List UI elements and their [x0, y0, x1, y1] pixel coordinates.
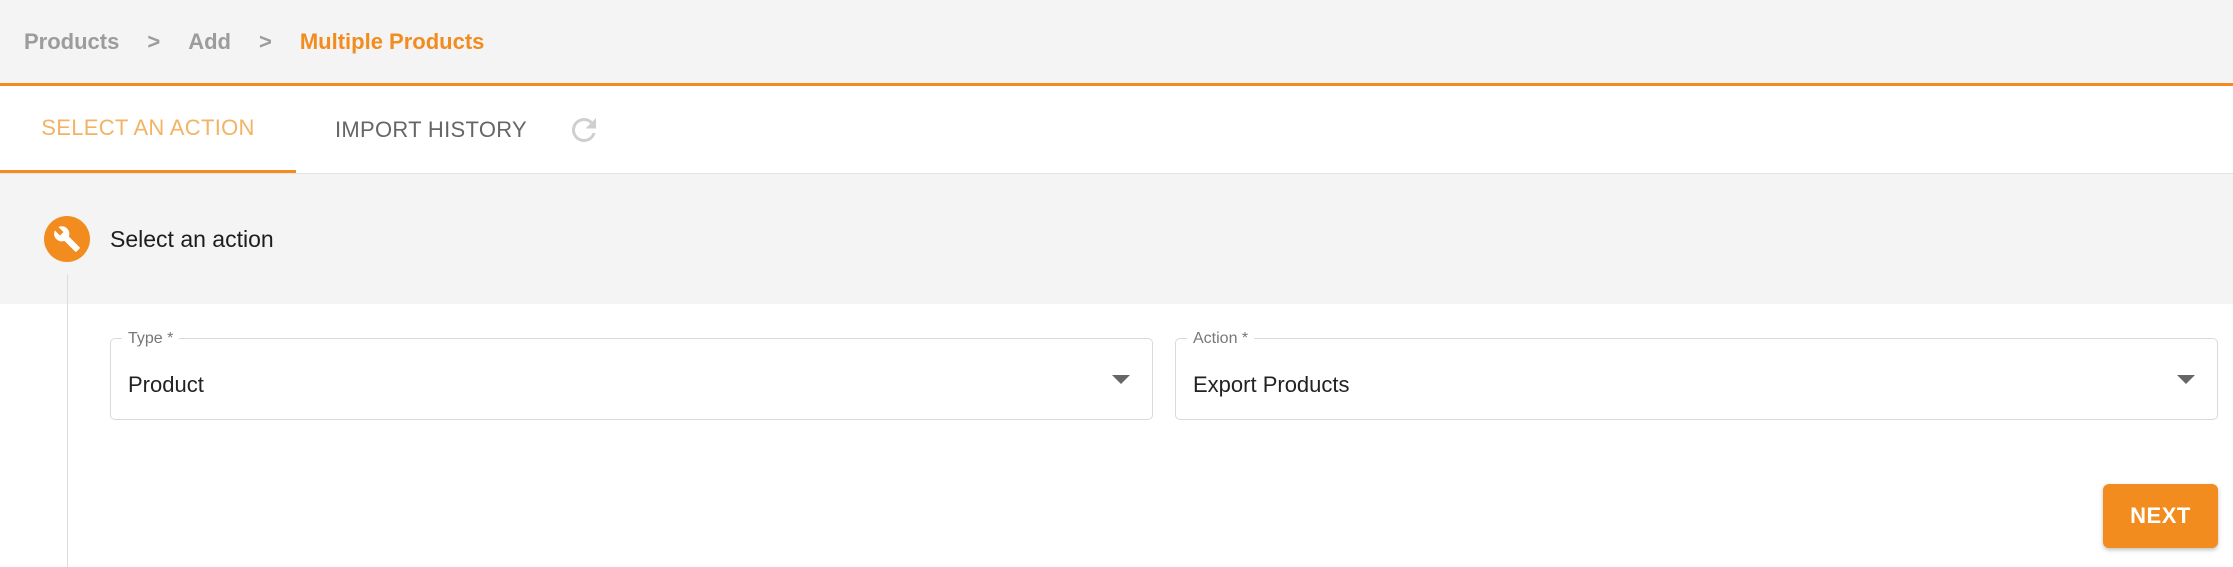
tab-import-history[interactable]: IMPORT HISTORY — [296, 86, 566, 173]
type-select[interactable]: Type * Product — [110, 330, 1153, 420]
wrench-icon — [54, 226, 80, 252]
next-button[interactable]: NEXT — [2103, 484, 2218, 548]
caret-down-icon — [1112, 375, 1130, 384]
breadcrumb-separator: > — [147, 28, 161, 54]
step-indicator — [44, 216, 90, 262]
type-value: Product — [128, 372, 204, 397]
breadcrumb-multiple-products: Multiple Products — [299, 28, 485, 54]
refresh-icon[interactable] — [566, 86, 602, 173]
breadcrumb-products[interactable]: Products — [24, 29, 119, 55]
breadcrumb-add[interactable]: Add — [188, 29, 231, 55]
step-connector-line — [67, 274, 68, 567]
tab-bar: SELECT AN ACTION IMPORT HISTORY — [0, 86, 2233, 174]
action-select[interactable]: Action * Export Products — [1175, 330, 2218, 420]
step-header: Select an action — [0, 174, 2233, 304]
tab-select-an-action[interactable]: SELECT AN ACTION — [0, 86, 296, 173]
type-label: Type * — [122, 330, 180, 348]
breadcrumb-separator: > — [258, 28, 272, 54]
breadcrumb: Products > Add > Multiple Products — [0, 0, 2233, 86]
action-value: Export Products — [1193, 372, 1350, 397]
step-title: Select an action — [110, 225, 274, 252]
action-label: Action * — [1187, 330, 1255, 348]
caret-down-icon — [2177, 375, 2195, 384]
